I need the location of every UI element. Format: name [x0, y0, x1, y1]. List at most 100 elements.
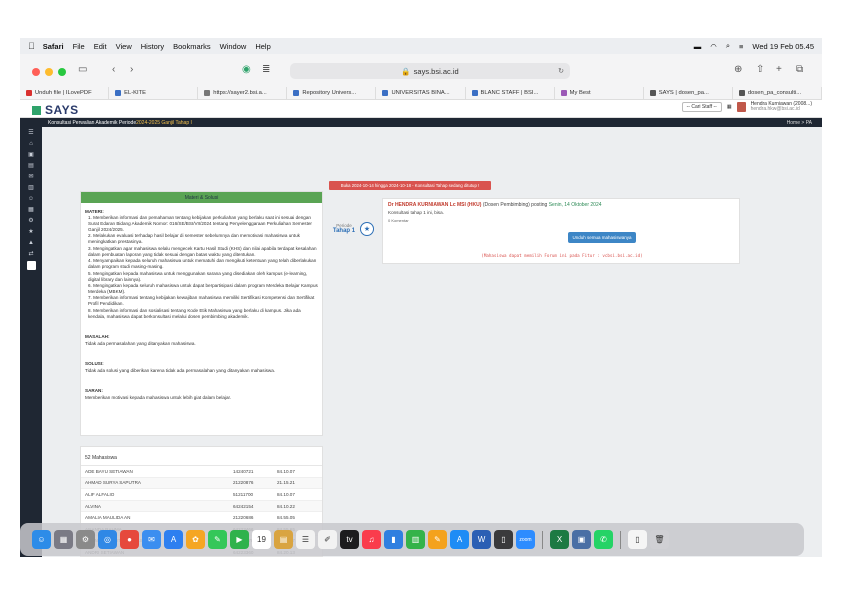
numbers-icon[interactable]: ▥: [406, 530, 425, 549]
sidebar-star-icon[interactable]: ★: [20, 226, 42, 237]
table-row[interactable]: ADE BAYU SETIAWAN 14240721 84.10.07: [81, 466, 322, 478]
bookmark-item[interactable]: UNIVERSITAS BINA...: [376, 87, 466, 99]
menu-window[interactable]: Window: [220, 42, 247, 51]
keynote-icon[interactable]: ▮: [384, 530, 403, 549]
table-row[interactable]: ALVINA 64242154 84.10.22: [81, 500, 322, 513]
finder-window-icon[interactable]: ▣: [572, 530, 591, 549]
bookmark-item[interactable]: https://sayer2.bsi.a...: [198, 87, 288, 99]
bookmark-item[interactable]: BLANC STAFF | BSI...: [466, 87, 555, 99]
calendar-icon[interactable]: 19: [252, 530, 271, 549]
chrome-icon[interactable]: ●: [120, 530, 139, 549]
freeform-icon[interactable]: ✐: [318, 530, 337, 549]
sidebar-docs-icon[interactable]: ▦: [20, 204, 42, 215]
student-ip: 84.10.07: [277, 491, 295, 497]
share-icon[interactable]: ⇧: [756, 64, 764, 75]
sidebar-users-icon[interactable]: ☺: [20, 193, 42, 204]
sidebar-settings-icon[interactable]: ⚙: [20, 215, 42, 226]
bookmark-item[interactable]: My Best: [555, 87, 644, 99]
student-ip: 84.10.22: [277, 503, 295, 509]
notes-icon[interactable]: ▤: [274, 530, 293, 549]
zoom-icon[interactable]: zoom: [516, 530, 535, 549]
minimize-window-button[interactable]: [45, 68, 53, 76]
sidebar-calendar-icon[interactable]: ▤: [20, 160, 42, 171]
menu-view[interactable]: View: [116, 42, 132, 51]
spotlight-icon[interactable]: ⌕: [726, 41, 730, 51]
bookmark-item[interactable]: EL-KITE: [109, 87, 199, 99]
tv-icon[interactable]: tv: [340, 530, 359, 549]
bookmark-item[interactable]: Unduh file | ILovePDF: [20, 87, 110, 99]
pages-icon[interactable]: ✎: [428, 530, 447, 549]
sidebar-menu-icon[interactable]: ☰: [20, 127, 42, 138]
student-ip: 84.10.07: [277, 468, 295, 474]
finder-icon[interactable]: ☺: [32, 530, 51, 549]
reload-icon[interactable]: ↻: [558, 67, 564, 75]
downloads-icon[interactable]: ⊕: [734, 64, 742, 75]
staff-search-select[interactable]: -- Cari Staff --: [681, 102, 722, 112]
page-menu-icon[interactable]: ≣: [262, 64, 270, 75]
close-window-button[interactable]: [32, 68, 40, 76]
sidebar-home-icon[interactable]: ⌂: [20, 138, 42, 149]
launchpad-icon[interactable]: ▦: [54, 530, 73, 549]
trash-icon[interactable]: 🗑: [650, 530, 669, 549]
appstore-icon[interactable]: A: [164, 530, 183, 549]
appstore2-icon[interactable]: A: [450, 530, 469, 549]
menu-history[interactable]: History: [141, 42, 164, 51]
user-info[interactable]: Hendra Kurniawan (2008...) hendra.hkw@bs…: [751, 102, 812, 112]
lock-icon: 🔒: [401, 66, 411, 76]
tab-overview-icon[interactable]: ⧉: [796, 64, 803, 75]
sidebar-book-icon[interactable]: ▥: [20, 182, 42, 193]
menu-file[interactable]: File: [73, 42, 85, 51]
comment-count[interactable]: 0 Komentar: [388, 218, 409, 223]
download-all-button[interactable]: Unduh semua mahasiswanya: [568, 232, 636, 243]
menu-safari[interactable]: Safari: [43, 42, 64, 51]
bookmark-item[interactable]: dosen_pa_consulti...: [733, 87, 822, 99]
wifi-icon[interactable]: ◠: [710, 42, 717, 51]
table-row[interactable]: AHMAD SURYA SAPUTRA 21220876 21.15.21: [81, 477, 322, 490]
battery-icon[interactable]: ▬: [694, 42, 702, 51]
sidebar-chat-icon[interactable]: ✉: [20, 171, 42, 182]
iphone-mirroring-icon[interactable]: ▯: [494, 530, 513, 549]
document-icon[interactable]: ▯: [628, 530, 647, 549]
menu-help[interactable]: Help: [255, 42, 270, 51]
post-author[interactable]: Dr HENDRA KURNIAWAN Lc MSI (HKU): [388, 202, 481, 208]
says-logo[interactable]: SAYS: [32, 103, 79, 117]
bookmark-item[interactable]: Repository Univers...: [287, 87, 377, 99]
menu-bookmarks[interactable]: Bookmarks: [173, 42, 211, 51]
sidebar-chart-icon[interactable]: ▲: [20, 237, 42, 248]
bookmark-favicon-icon: [382, 90, 389, 96]
apple-icon[interactable]: : [28, 41, 35, 51]
new-tab-icon[interactable]: +: [776, 64, 782, 75]
safari-icon[interactable]: ◎: [98, 530, 117, 549]
sidebar-share-icon[interactable]: ⇄: [20, 248, 42, 259]
table-row[interactable]: ALIF ALFALIO 51211700 84.10.07: [81, 489, 322, 501]
grid-icon[interactable]: ▦: [727, 104, 732, 110]
word-icon[interactable]: W: [472, 530, 491, 549]
zoom-window-button[interactable]: [58, 68, 66, 76]
photos-icon[interactable]: ✿: [186, 530, 205, 549]
avatar[interactable]: [736, 102, 746, 112]
bookmark-favicon-icon: [26, 90, 32, 96]
sidebar-profile-icon[interactable]: [26, 261, 36, 270]
address-bar[interactable]: 🔒 says.bsi.ac.id ↻: [290, 63, 570, 79]
breadcrumb[interactable]: Home > PA: [787, 120, 812, 126]
menu-bar:  Safari File Edit View History Bookmark…: [20, 38, 822, 54]
control-center-icon[interactable]: ≡: [739, 42, 743, 51]
student-nim: 21220876: [233, 480, 254, 486]
bookmark-item[interactable]: SAYS | dosen_pa...: [644, 87, 733, 99]
sidebar-toggle-icon[interactable]: ▭: [78, 64, 87, 75]
reminders-icon[interactable]: ☰: [296, 530, 315, 549]
sidebar-dashboard-icon[interactable]: ▣: [20, 149, 42, 160]
mail-icon[interactable]: ✉: [142, 530, 161, 549]
menu-edit[interactable]: Edit: [94, 42, 107, 51]
facetime-icon[interactable]: ▶: [230, 530, 249, 549]
bookmark-label: SAYS | dosen_pa...: [658, 90, 709, 96]
clock[interactable]: Wed 19 Feb 05.45: [752, 42, 814, 51]
forward-icon[interactable]: ›: [130, 64, 133, 75]
music-icon[interactable]: ♫: [362, 530, 381, 549]
excel-icon[interactable]: X: [550, 530, 569, 549]
messages-icon[interactable]: ✎: [208, 530, 227, 549]
back-icon[interactable]: ‹: [112, 64, 115, 75]
bookmark-label: Unduh file | ILovePDF: [35, 90, 92, 96]
settings-icon[interactable]: ⚙: [76, 530, 95, 549]
whatsapp-icon[interactable]: ✆: [594, 530, 613, 549]
